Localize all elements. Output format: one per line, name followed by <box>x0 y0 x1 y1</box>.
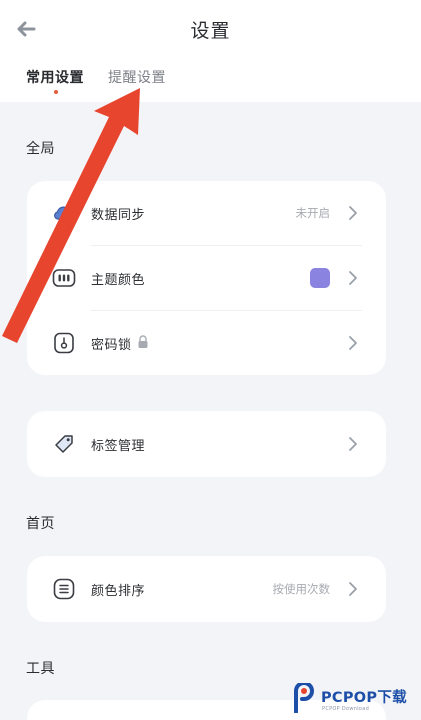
watermark-text: PCPOP下载 <box>321 690 407 706</box>
pcpop-logo-icon <box>294 683 315 713</box>
chevron-right-icon <box>349 206 357 220</box>
settings-row-label: 主题颜色 <box>91 273 146 288</box>
settings-row-value: 未开启 <box>295 206 331 220</box>
padlock-icon <box>138 335 148 348</box>
settings-row-label: 密码锁 <box>91 338 132 353</box>
chevron-right-icon <box>349 271 357 285</box>
settings-row-tag-management[interactable]: 标签管理 <box>27 412 386 476</box>
section-label-global: 全局 <box>26 141 55 157</box>
chevron-right-icon <box>349 582 357 596</box>
settings-row-theme-color[interactable]: 主题颜色 <box>27 246 386 310</box>
section-label-home: 首页 <box>26 516 55 532</box>
password-lock-icon <box>54 332 74 354</box>
watermark-logo: PCPOP下载 PCPOP Download <box>290 680 421 720</box>
tags-card: 标签管理 <box>27 411 386 477</box>
settings-row-color-sort[interactable]: 颜色排序 按使用次数 <box>27 557 386 621</box>
list-icon <box>53 578 75 600</box>
settings-row-password-lock[interactable]: 密码锁 <box>27 311 386 375</box>
settings-row-label: 标签管理 <box>91 439 146 454</box>
chevron-right-icon <box>349 437 357 451</box>
settings-row-label: 颜色排序 <box>91 584 146 599</box>
palette-icon <box>52 269 76 287</box>
home-settings-card: 颜色排序 按使用次数 <box>27 556 386 622</box>
watermark-subtext: PCPOP Download <box>322 706 370 712</box>
tag-icon <box>55 435 73 453</box>
section-label-tools: 工具 <box>26 661 55 677</box>
page-title: 设置 <box>190 20 231 42</box>
chevron-right-icon <box>349 336 357 350</box>
settings-row-label: 数据同步 <box>91 208 146 223</box>
global-settings-card: 数据同步 未开启 主题颜色 密码锁 <box>27 181 386 375</box>
cloud-icon <box>54 206 74 220</box>
top-bar: 设置 常用设置 提醒设置 <box>0 0 421 102</box>
settings-row-data-sync[interactable]: 数据同步 未开启 <box>27 181 386 245</box>
active-tab-indicator <box>54 90 58 94</box>
settings-row-value: 按使用次数 <box>272 582 331 596</box>
theme-color-swatch <box>310 268 330 288</box>
tab-reminder-settings[interactable]: 提醒设置 <box>108 67 166 87</box>
tab-common-settings[interactable]: 常用设置 <box>26 67 84 87</box>
